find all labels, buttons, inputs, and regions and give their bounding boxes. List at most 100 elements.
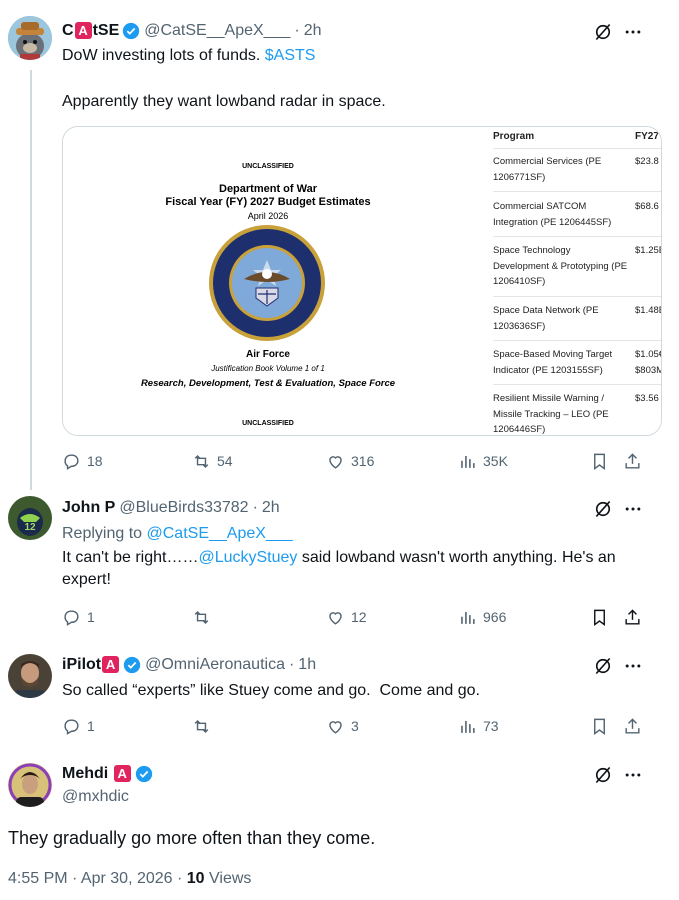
post-time[interactable]: 2h [262,499,280,517]
author-name[interactable]: C AtSE [62,22,119,40]
post-text: So called “experts” like Stuey come and … [62,682,480,699]
more-icon[interactable] [623,499,643,519]
doc-title2: Fiscal Year (FY) 2027 Budget Estimates [165,196,371,208]
table-row: Commercial SATCOM Integration (PE 120644… [493,199,661,237]
replying-label: Replying to [62,525,147,542]
doc-title1: Department of War [219,183,317,195]
reply-button[interactable]: 18 [62,449,103,473]
like-button[interactable]: 316 [326,449,374,473]
share-button[interactable] [623,605,648,629]
author-name-part: C [62,22,74,39]
reply-count: 1 [87,609,95,625]
cashtag-link[interactable]: $ASTS [265,47,316,64]
author-handle[interactable]: @mxhdic [62,788,129,806]
views-icon [461,455,475,468]
author-name-part: iPilot [62,656,102,673]
more-icon[interactable] [623,765,643,785]
post-time[interactable]: 1h [298,656,316,674]
repost-button[interactable] [192,605,217,629]
reply-button[interactable]: 1 [62,605,95,629]
a-badge-icon: A [74,22,92,39]
table-cell-program: Commercial SATCOM Integration (PE 120644… [493,201,612,228]
table-cell-value: $1.05€ $803M [635,349,662,376]
doc-book: Justification Book Volume 1 of 1 [211,364,325,373]
post-header: John P @BlueBirds33782 · 2h [62,499,280,517]
post-actions: 1 3 73 [62,714,647,738]
views-label: Views [204,870,252,887]
air-force-seal-icon [209,225,325,341]
reply-button[interactable]: 1 [62,714,95,738]
person-avatar-icon [8,763,52,807]
more-icon[interactable] [623,22,643,42]
table-row: Space Technology Development & Prototypi… [493,243,661,297]
repost-icon [194,454,209,468]
share-icon [625,452,640,469]
replying-handle-link[interactable]: @CatSE__ApeX___ [147,525,293,542]
more-icon[interactable] [623,656,643,676]
post-media[interactable]: UNCLASSIFIED Department of War Fiscal Ye… [62,126,662,436]
like-icon [329,611,342,625]
bookmark-button[interactable] [590,714,615,738]
avatar[interactable] [8,16,52,60]
repost-count: 54 [217,453,233,469]
author-handle[interactable]: @OmniAeronautica [145,656,285,674]
avatar[interactable] [8,654,52,698]
timestamp-text[interactable]: 4:55 PM · Apr 30, 2026 · [8,870,187,887]
author-name-part: Mehdi [62,765,109,782]
table-cell-value: $23.8 [635,156,659,167]
verified-badge-icon [123,656,141,674]
like-count: 316 [351,453,375,469]
share-button[interactable] [623,449,648,473]
doc-subtitle: Research, Development, Test & Evaluation… [140,378,396,389]
views-button[interactable]: 73 [458,714,499,738]
author-handle-row: @mxhdic [62,788,129,806]
doc-date: April 2026 [247,211,289,221]
reply-icon [64,453,79,470]
main-post-text: They gradually go more often than they c… [8,828,376,848]
bookmark-button[interactable] [590,605,615,629]
repost-button[interactable] [192,714,217,738]
repost-button[interactable]: 54 [192,449,233,473]
author-name[interactable]: iPilot A [62,656,120,674]
person-avatar-icon [8,654,52,698]
grok-icon[interactable] [593,765,613,785]
views-button[interactable]: 35K [458,449,508,473]
views-button[interactable]: 966 [458,605,506,629]
post-time[interactable]: 2h [304,22,322,40]
reply-count: 18 [87,453,103,469]
share-icon [625,717,640,734]
budget-table-image[interactable]: Program FY27 Commercial Services (PE 120… [483,127,662,435]
budget-document-image[interactable]: UNCLASSIFIED Department of War Fiscal Ye… [63,127,473,435]
grok-icon[interactable] [593,499,613,519]
author-name[interactable]: Mehdi A [62,765,132,783]
bookmark-button[interactable] [590,449,615,473]
avatar[interactable]: 12 [8,496,52,540]
doc-branch: Air Force [246,349,290,360]
bookmark-icon [594,609,605,626]
post-text-line2: Apparently they want lowband radar in sp… [62,93,386,110]
seahawks-avatar-icon: 12 [8,496,52,540]
thread-line [30,70,32,490]
author-handle[interactable]: @BlueBirds33782 [119,499,248,517]
like-count: 12 [351,609,367,625]
post-header: Mehdi A [62,765,153,783]
svg-text:12: 12 [24,522,36,533]
verified-badge-icon [123,22,140,40]
post-text: DoW investing lots of funds. $ASTS [62,45,652,67]
table-header: Program FY27 [493,127,661,149]
share-button[interactable] [623,714,648,738]
author-handle[interactable]: @CatSE__ApeX___ [144,22,290,40]
like-button[interactable]: 12 [326,605,367,629]
repost-icon [194,610,209,624]
separator-dot: · [294,22,300,39]
grok-icon[interactable] [593,656,613,676]
avatar[interactable] [8,763,52,807]
mention-link[interactable]: @LuckyStuey [198,549,297,566]
post-text-part: It can't be right…… [62,549,199,566]
share-icon [625,608,640,625]
author-name[interactable]: John P [62,499,115,517]
table-cell-program: Space Technology Development & Prototypi… [493,245,628,287]
replying-to: Replying to @CatSE__ApeX___ [62,523,652,545]
grok-icon[interactable] [593,22,613,42]
like-button[interactable]: 3 [326,714,359,738]
